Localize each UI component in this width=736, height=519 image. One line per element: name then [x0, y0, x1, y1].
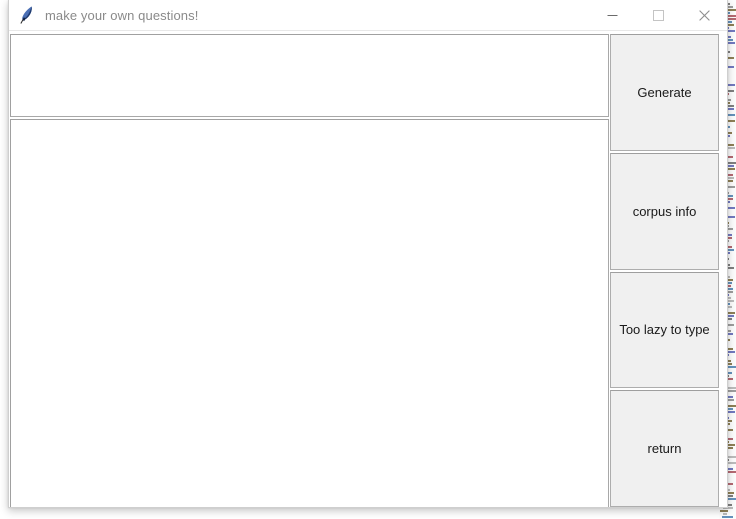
maximize-icon: [652, 9, 664, 21]
window-body: Generate corpus info Too lazy to type re…: [9, 31, 727, 507]
window-title: make your own questions!: [45, 7, 199, 23]
application-window: make your own questions! Generate corpus…: [8, 0, 728, 508]
generate-button[interactable]: Generate: [610, 34, 719, 151]
feather-quill-icon: [20, 6, 32, 24]
corpus-info-button[interactable]: corpus info: [610, 152, 719, 270]
too-lazy-to-type-button[interactable]: Too lazy to type: [610, 271, 719, 389]
editor-column: [9, 31, 609, 507]
button-column: Generate corpus info Too lazy to type re…: [609, 31, 727, 507]
maximize-button[interactable]: [635, 0, 681, 30]
close-button[interactable]: [681, 0, 727, 30]
question-input[interactable]: [10, 34, 609, 117]
close-icon: [698, 9, 710, 21]
title-bar[interactable]: make your own questions!: [9, 0, 727, 31]
answer-output[interactable]: [10, 119, 609, 507]
window-controls: [589, 0, 727, 30]
return-button[interactable]: return: [610, 390, 719, 507]
minimize-button[interactable]: [589, 0, 635, 30]
minimize-icon: [607, 14, 617, 16]
